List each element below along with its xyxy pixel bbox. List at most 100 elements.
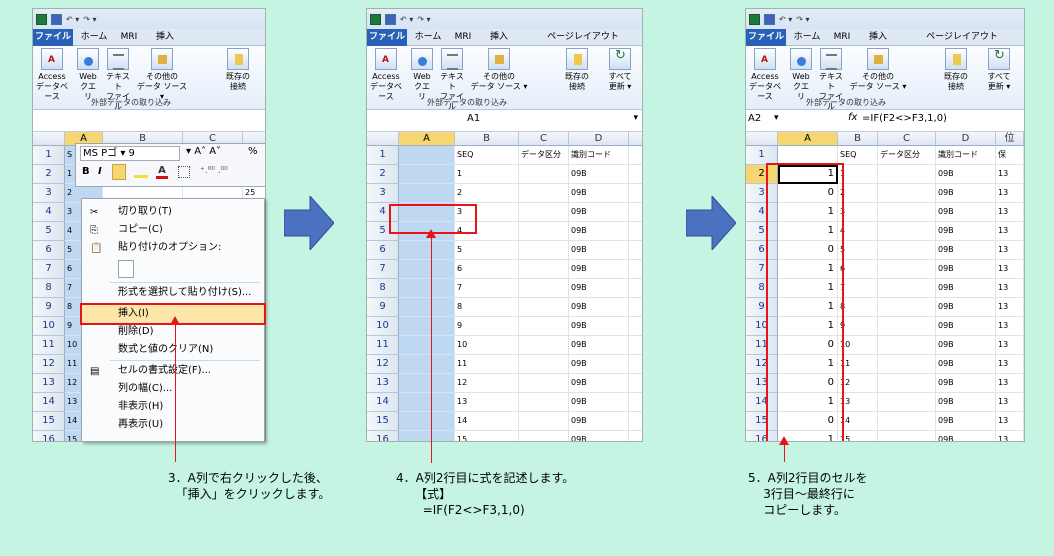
cell[interactable]	[878, 203, 936, 221]
tab-insert[interactable]: 挿入	[864, 29, 892, 46]
cell[interactable]	[878, 241, 936, 259]
cell[interactable]: 09B	[569, 222, 629, 240]
cell[interactable]	[629, 355, 642, 373]
cell[interactable]	[399, 431, 455, 441]
cell[interactable]	[519, 374, 569, 392]
row-header[interactable]: 10	[33, 317, 65, 336]
name-box[interactable]: A1	[467, 113, 480, 124]
fill-color-icon[interactable]	[134, 166, 148, 178]
cell[interactable]: 15	[455, 431, 519, 441]
cell[interactable]: 1	[455, 165, 519, 183]
refresh-all-button[interactable]: すべて更新 ▾	[982, 48, 1016, 92]
cell[interactable]	[399, 260, 455, 278]
cell[interactable]: 7	[455, 279, 519, 297]
cell[interactable]: 09B	[569, 184, 629, 202]
cell[interactable]: 09B	[936, 184, 996, 202]
row-header[interactable]: 1	[33, 146, 65, 165]
cell[interactable]: 09B	[569, 165, 629, 183]
select-all-corner[interactable]	[746, 132, 778, 146]
row-header[interactable]: 11	[33, 336, 65, 355]
cell[interactable]: 13	[996, 241, 1024, 259]
row-header[interactable]: 11	[367, 336, 399, 355]
tab-home[interactable]: ホーム	[792, 29, 822, 46]
cell[interactable]	[878, 412, 936, 430]
cell[interactable]	[399, 336, 455, 354]
column-header[interactable]: C	[519, 132, 569, 146]
menu-item[interactable]: ✂ 切り取り(T)	[82, 203, 264, 221]
cell[interactable]: 4	[838, 222, 878, 240]
cell[interactable]	[629, 279, 642, 297]
cell[interactable]: 保	[996, 146, 1024, 164]
cell[interactable]: 09B	[936, 336, 996, 354]
cell[interactable]	[399, 393, 455, 411]
cell[interactable]: 09B	[936, 355, 996, 373]
cell[interactable]: 09B	[569, 317, 629, 335]
row-header[interactable]: 1	[367, 146, 399, 165]
cell[interactable]	[629, 165, 642, 183]
cell[interactable]	[519, 393, 569, 411]
cell[interactable]	[519, 412, 569, 430]
cell[interactable]: 13	[996, 431, 1024, 441]
tab-home[interactable]: ホーム	[413, 29, 443, 46]
cell[interactable]	[629, 374, 642, 392]
row-header[interactable]: 16	[33, 431, 65, 441]
cell[interactable]: 14	[455, 412, 519, 430]
row-header[interactable]: 2	[33, 165, 65, 184]
row-header[interactable]: 6	[33, 241, 65, 260]
row-header[interactable]: 3	[367, 184, 399, 203]
cell[interactable]	[519, 279, 569, 297]
cell[interactable]: 09B	[936, 165, 996, 183]
access-button[interactable]: Accessデータベース	[35, 48, 69, 102]
column-header[interactable]: C	[878, 132, 936, 146]
menu-item[interactable]: 📋 貼り付けのオプション:	[82, 239, 264, 257]
cell[interactable]	[878, 165, 936, 183]
column-header[interactable]: B	[455, 132, 519, 146]
cell[interactable]	[778, 146, 838, 164]
cell[interactable]: 12	[455, 374, 519, 392]
tab-insert[interactable]: 挿入	[151, 29, 179, 46]
tab-insert[interactable]: 挿入	[485, 29, 513, 46]
row-header[interactable]: 14	[33, 393, 65, 412]
cell[interactable]: 09B	[936, 260, 996, 278]
cell[interactable]	[629, 412, 642, 430]
menu-item[interactable]: ▤ セルの書式設定(F)...	[82, 362, 264, 380]
row-header[interactable]: 12	[367, 355, 399, 374]
cell[interactable]	[519, 184, 569, 202]
decimal-icon[interactable]: ⁺.⁰⁰ .⁰⁰	[200, 166, 228, 176]
tab-mri[interactable]: MRI	[117, 29, 141, 46]
name-box-dropdown-icon[interactable]: ▾	[633, 113, 638, 123]
menu-item[interactable]: ⎘ コピー(C)	[82, 221, 264, 239]
cell[interactable]	[399, 146, 455, 164]
fx-icon[interactable]: fx	[848, 112, 857, 123]
existing-connections-button[interactable]: 既存の 接続	[940, 48, 972, 92]
font-color-icon[interactable]: A	[156, 165, 168, 179]
row-header[interactable]: 6	[367, 241, 399, 260]
cell[interactable]: 13	[996, 222, 1024, 240]
undo-icon[interactable]: ↶ ▾	[779, 15, 792, 24]
tab-file[interactable]: ファイル	[746, 29, 786, 46]
web-button[interactable]: Web クエリ	[411, 48, 433, 102]
tab-mri[interactable]: MRI	[451, 29, 475, 46]
cell[interactable]: SEQ	[455, 146, 519, 164]
cell[interactable]	[878, 184, 936, 202]
cell[interactable]	[399, 279, 455, 297]
cell[interactable]	[519, 317, 569, 335]
cell[interactable]	[878, 336, 936, 354]
undo-icon[interactable]: ↶ ▾	[400, 15, 413, 24]
redo-icon[interactable]: ↷ ▾	[796, 15, 809, 24]
row-header[interactable]: 2	[367, 165, 399, 184]
save-icon[interactable]	[385, 13, 396, 25]
cell[interactable]: 10	[838, 336, 878, 354]
column-header[interactable]: B	[838, 132, 878, 146]
cell[interactable]	[629, 241, 642, 259]
row-header[interactable]: 3	[33, 184, 65, 203]
cell[interactable]	[399, 184, 455, 202]
cell[interactable]: 09B	[936, 279, 996, 297]
row-header[interactable]: 8	[367, 279, 399, 298]
cell[interactable]	[629, 431, 642, 441]
cell[interactable]: 13	[996, 184, 1024, 202]
cell[interactable]: 13	[996, 412, 1024, 430]
menu-item[interactable]: 再表示(U)	[82, 416, 264, 434]
name-box[interactable]: A2	[748, 113, 761, 124]
cell[interactable]	[519, 260, 569, 278]
